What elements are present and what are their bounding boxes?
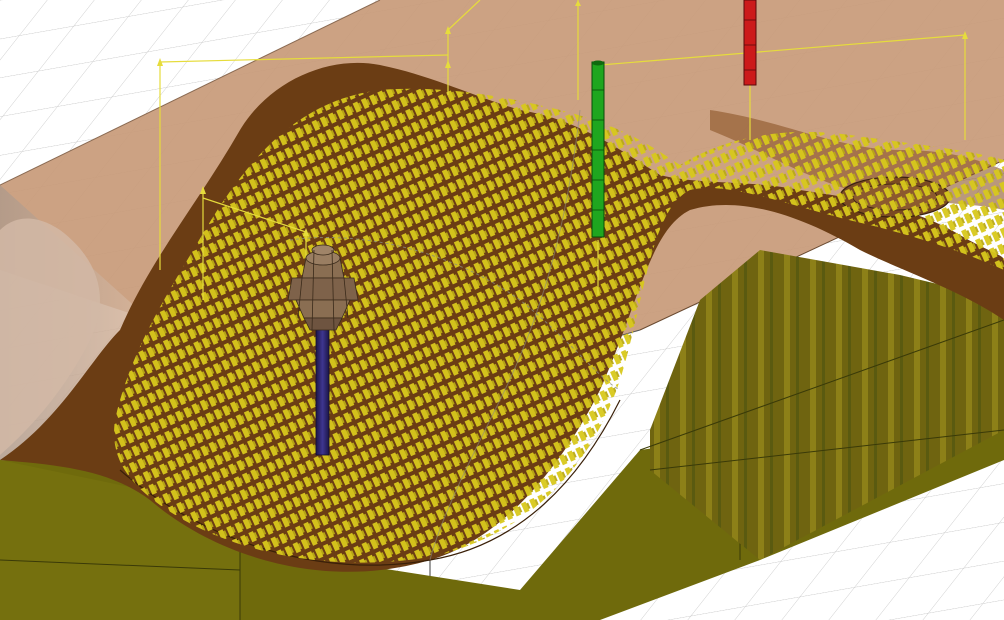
cam-3d-viewport[interactable] <box>0 0 1004 620</box>
cam-simulation-scene[interactable] <box>0 0 1004 620</box>
end-marker <box>743 0 757 86</box>
start-marker <box>591 60 605 238</box>
